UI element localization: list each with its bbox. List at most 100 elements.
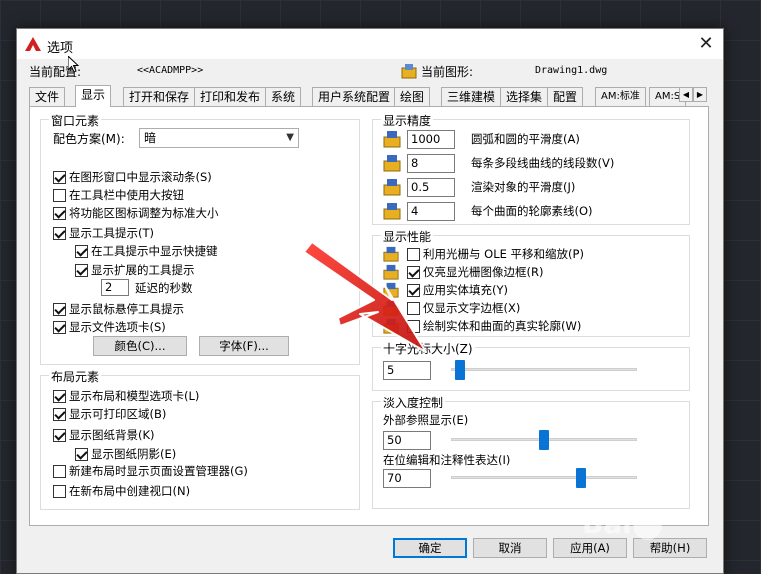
option-label: 显示可打印区域(B)	[69, 407, 167, 421]
checkbox[interactable]	[407, 265, 420, 279]
tab-profiles[interactable]: 配置	[547, 87, 584, 106]
inplace-fade-input[interactable]: 70	[383, 469, 431, 488]
checkbox[interactable]	[75, 263, 88, 277]
checkbox[interactable]	[75, 244, 88, 258]
option-label: 显示图纸背景(K)	[69, 428, 155, 442]
xref-fade-label: 外部参照显示(E)	[383, 413, 469, 427]
tab-user-preferences[interactable]: 用户系统配置	[312, 87, 397, 106]
fonts-button[interactable]: 字体(F)...	[199, 336, 289, 356]
tab-plot-publish[interactable]: 打印和发布	[194, 87, 267, 106]
option-paper-shadow[interactable]: 显示图纸阴影(E)	[75, 446, 176, 462]
delay-seconds-input[interactable]: 2	[101, 279, 129, 296]
cancel-button[interactable]: 取消	[473, 538, 547, 558]
resolution-icon	[383, 155, 401, 172]
performance-icon	[383, 300, 399, 316]
option-tooltips[interactable]: 显示工具提示(T)	[53, 225, 154, 241]
tab-open-save[interactable]: 打开和保存	[123, 87, 196, 106]
tab-display[interactable]: 显示	[75, 85, 112, 107]
option-page-setup-manager[interactable]: 新建布局时显示页面设置管理器(G)	[53, 463, 248, 479]
option-label: 显示布局和模型选项卡(L)	[69, 389, 200, 403]
checkbox[interactable]	[407, 319, 420, 333]
tab-am-standard[interactable]: AM:标准	[595, 87, 646, 106]
option-solid-fill[interactable]: 应用实体填充(Y)	[407, 282, 508, 298]
display-performance-group: 显示性能 利用光栅与 OLE 平移和缩放(P) 仅亮显光栅图像边框(R) 应用实…	[372, 228, 690, 337]
colors-button[interactable]: 颜色(C)...	[93, 336, 187, 356]
resolution-icon	[383, 179, 401, 196]
crosshair-size-input[interactable]: 5	[383, 361, 431, 380]
checkbox[interactable]	[75, 447, 88, 461]
option-layout-tabs[interactable]: 显示布局和模型选项卡(L)	[53, 388, 199, 404]
option-true-silhouettes[interactable]: 绘制实体和曲面的真实轮廓(W)	[407, 318, 581, 334]
option-label: 显示图纸阴影(E)	[91, 447, 177, 461]
option-label: 显示文件选项卡(S)	[69, 320, 166, 334]
option-tooltip-shortcuts[interactable]: 在工具提示中显示快捷键	[75, 243, 218, 259]
xref-fade-slider-thumb[interactable]	[539, 430, 549, 450]
autocad-logo-icon	[25, 37, 41, 51]
option-raster-ole-pan[interactable]: 利用光栅与 OLE 平移和缩放(P)	[407, 246, 584, 262]
option-printable-area[interactable]: 显示可打印区域(B)	[53, 406, 166, 422]
checkbox[interactable]	[53, 170, 66, 184]
checkbox[interactable]	[407, 301, 420, 315]
checkbox[interactable]	[53, 188, 66, 202]
apply-button[interactable]: 应用(A)	[553, 538, 627, 558]
checkbox[interactable]	[53, 464, 66, 478]
checkbox[interactable]	[53, 389, 66, 403]
option-create-viewport[interactable]: 在新布局中创建视口(N)	[53, 483, 190, 499]
checkbox[interactable]	[53, 320, 66, 334]
option-paper-background[interactable]: 显示图纸背景(K)	[53, 427, 155, 443]
ok-button[interactable]: 确定	[393, 538, 467, 558]
arc-smoothness-label: 圆弧和圆的平滑度(A)	[471, 132, 580, 146]
tab-scroll-left-icon[interactable]: ◀	[679, 87, 693, 102]
render-smoothness-label: 渲染对象的平滑度(J)	[471, 180, 576, 194]
window-elements-group: 窗口元素 配色方案(M): 暗 ▼ 在图形窗口中显示滚动条(S) 在工具栏中使用…	[40, 112, 360, 365]
performance-icon	[383, 264, 399, 280]
inplace-fade-slider-thumb[interactable]	[576, 468, 587, 488]
contour-lines-input[interactable]: 4	[407, 202, 455, 221]
help-button[interactable]: 帮助(H)	[633, 538, 707, 558]
window-elements-title: 窗口元素	[49, 112, 102, 129]
close-button[interactable]: ✕	[695, 33, 717, 55]
color-scheme-select[interactable]: 暗 ▼	[139, 128, 299, 148]
option-label: 在工具栏中使用大按钮	[69, 188, 184, 202]
tab-3d-modeling[interactable]: 三维建模	[441, 87, 502, 106]
tab-system[interactable]: 系统	[265, 87, 302, 106]
performance-icon	[383, 246, 399, 262]
option-label: 仅亮显光栅图像边框(R)	[423, 265, 544, 279]
option-ribbon-icons[interactable]: 将功能区图标调整为标准大小	[53, 205, 219, 221]
checkbox[interactable]	[53, 407, 66, 421]
arc-smoothness-input[interactable]: 1000	[407, 130, 455, 149]
crosshair-slider-track[interactable]	[451, 368, 637, 371]
render-smoothness-input[interactable]: 0.5	[407, 178, 455, 197]
resolution-icon	[383, 131, 401, 148]
tab-drafting[interactable]: 绘图	[394, 87, 431, 106]
option-scrollbars[interactable]: 在图形窗口中显示滚动条(S)	[53, 169, 212, 185]
option-label: 将功能区图标调整为标准大小	[69, 206, 219, 220]
xref-fade-input[interactable]: 50	[383, 431, 431, 450]
checkbox[interactable]	[407, 283, 420, 297]
fade-control-title: 淡入度控制	[381, 394, 446, 411]
option-label: 在工具提示中显示快捷键	[91, 244, 218, 258]
tab-scroll-right-icon[interactable]: ▶	[693, 87, 707, 102]
display-performance-title: 显示性能	[381, 228, 434, 245]
option-large-buttons[interactable]: 在工具栏中使用大按钮	[53, 187, 184, 203]
option-raster-frame[interactable]: 仅亮显光栅图像边框(R)	[407, 264, 543, 280]
checkbox[interactable]	[53, 226, 66, 240]
checkbox[interactable]	[407, 247, 420, 261]
option-rollover-tooltips[interactable]: 显示鼠标悬停工具提示	[53, 301, 184, 317]
polyline-segments-input[interactable]: 8	[407, 154, 455, 173]
checkbox[interactable]	[53, 484, 66, 498]
option-label: 利用光栅与 OLE 平移和缩放(P)	[423, 247, 584, 261]
tab-selection[interactable]: 选择集	[500, 87, 549, 106]
crosshair-slider-thumb[interactable]	[455, 360, 466, 380]
option-file-tabs[interactable]: 显示文件选项卡(S)	[53, 319, 166, 335]
inplace-fade-slider-track[interactable]	[451, 476, 637, 479]
tab-files[interactable]: 文件	[29, 87, 66, 106]
option-text-frame[interactable]: 仅显示文字边框(X)	[407, 300, 520, 316]
checkbox[interactable]	[53, 428, 66, 442]
inplace-fade-label: 在位编辑和注释性表达(I)	[383, 453, 511, 467]
option-label: 在新布局中创建视口(N)	[69, 484, 191, 498]
option-extended-tooltips[interactable]: 显示扩展的工具提示	[75, 262, 195, 278]
option-label: 在图形窗口中显示滚动条(S)	[69, 170, 212, 184]
checkbox[interactable]	[53, 206, 66, 220]
checkbox[interactable]	[53, 302, 66, 316]
